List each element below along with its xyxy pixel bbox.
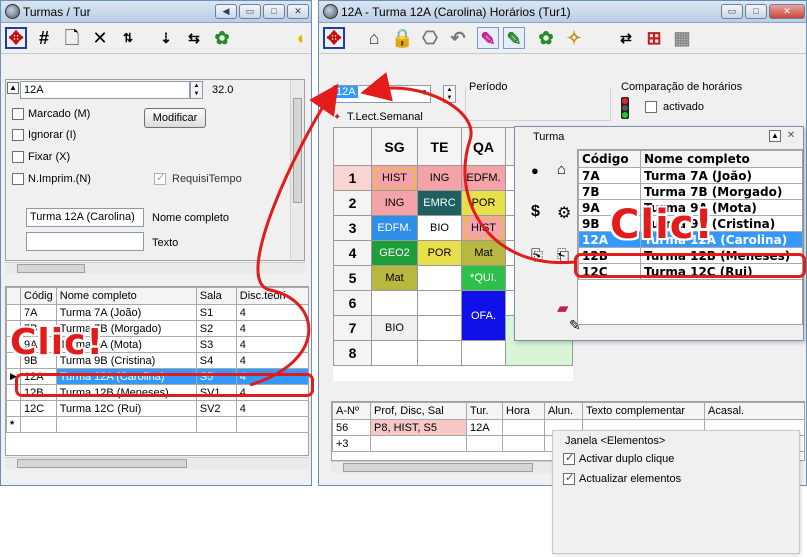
arrow-annotations [249,72,576,387]
arrow-right-to-class [360,72,576,265]
arrow-left-to-class [249,83,339,387]
